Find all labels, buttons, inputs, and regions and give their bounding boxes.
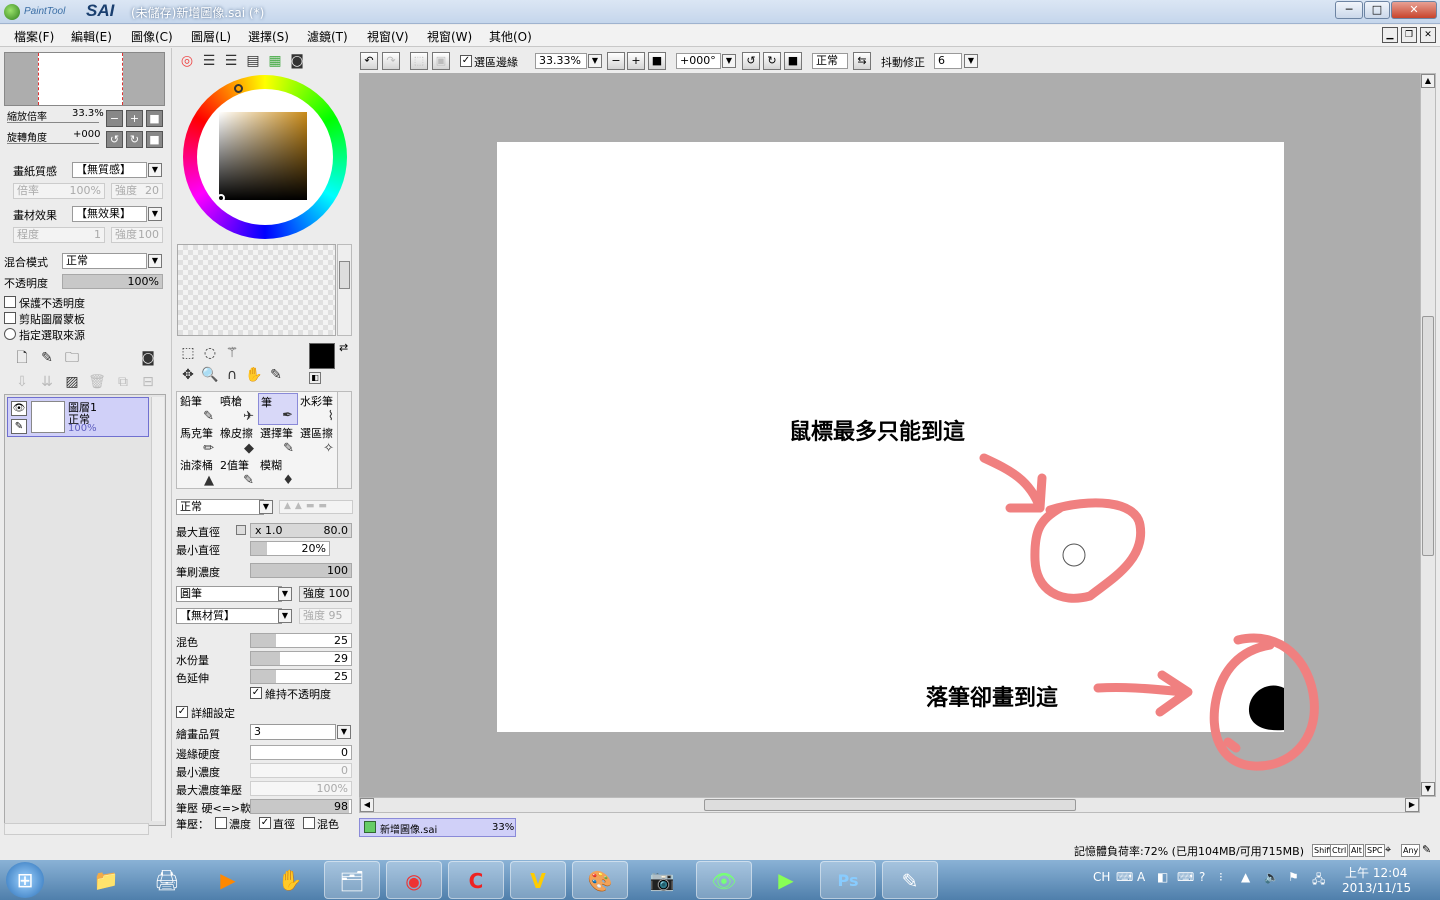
clock-date[interactable]: 2013/11/15: [1342, 881, 1411, 895]
start-button[interactable]: ⊞: [6, 862, 44, 898]
key-ctrl: Ctrl: [1330, 844, 1349, 857]
vscroll-thumb[interactable]: [1422, 316, 1434, 556]
scroll-down-arrow[interactable]: ▼: [1421, 782, 1435, 796]
hscroll-thumb[interactable]: [704, 799, 1076, 811]
stroke-arrow: [1093, 670, 1193, 717]
document-name: 新增圖像.sai: [380, 825, 438, 836]
cursor-arrow: [979, 453, 1047, 513]
crosshair-icon: ⌖: [1385, 843, 1392, 856]
play-icon[interactable]: ▶: [758, 861, 814, 899]
paint-blob: [1248, 685, 1284, 731]
media-player-icon[interactable]: ▶: [200, 861, 256, 899]
scroll-right-arrow[interactable]: ▶: [1405, 798, 1419, 812]
annotation-layer: [979, 453, 1319, 771]
folder-icon[interactable]: 📁: [78, 861, 134, 899]
document-tab[interactable]: 新增圖像.sai 33%: [359, 818, 516, 837]
ime-icon[interactable]: ⌨: [1116, 870, 1133, 884]
network-icon[interactable]: 🖧: [1312, 870, 1325, 891]
hand-icon[interactable]: ✋: [262, 861, 318, 899]
canvas-hscrollbar[interactable]: ◀ ▶: [359, 797, 1420, 813]
photoshop-icon[interactable]: Ps: [820, 861, 876, 899]
key-alt: Alt: [1349, 844, 1364, 857]
cursor-indicator: [1062, 543, 1086, 567]
chrome-icon[interactable]: ◉: [386, 861, 442, 899]
pen-icon: ✎: [1422, 843, 1432, 856]
stroke-note: 落筆卻畫到這: [926, 686, 1059, 711]
eye-icon[interactable]: 👁: [696, 861, 752, 899]
help-icon[interactable]: ?: [1199, 870, 1205, 884]
cursor-circle: [1030, 498, 1146, 603]
volume-icon[interactable]: 🔈: [1264, 870, 1279, 884]
scroll-up-arrow[interactable]: ▲: [1421, 74, 1435, 88]
document-zoom: 33%: [492, 822, 515, 833]
scroll-left-arrow[interactable]: ◀: [360, 798, 374, 812]
document-icon: [364, 821, 376, 833]
webcam-icon[interactable]: 📷: [634, 861, 690, 899]
tray-options-icon[interactable]: ⁝: [1219, 870, 1223, 884]
input-language[interactable]: CH: [1093, 870, 1110, 884]
canvas-vscrollbar[interactable]: ▲ ▼: [1420, 73, 1436, 797]
fullwidth-icon[interactable]: ◧: [1157, 870, 1168, 884]
key-space: SPC: [1365, 844, 1385, 857]
scanner-icon[interactable]: 🖨: [139, 861, 195, 899]
file-manager-icon[interactable]: 🗂: [324, 861, 380, 899]
flag-icon[interactable]: ⚑: [1288, 870, 1299, 884]
font-icon[interactable]: A: [1137, 870, 1145, 884]
sai-icon[interactable]: 🎨: [572, 861, 628, 899]
v-app-icon[interactable]: V: [510, 861, 566, 899]
memory-status: 記憶體負荷率:72% (已用104MB/可用715MB): [1074, 845, 1305, 858]
show-hidden-icons[interactable]: ▲: [1241, 870, 1250, 884]
cursor-note: 鼠標最多只能到這: [789, 420, 966, 445]
keyboard-icon[interactable]: ⌨: [1177, 870, 1194, 884]
c-app-icon[interactable]: C: [448, 861, 504, 899]
clock-time[interactable]: 上午 12:04: [1345, 864, 1407, 881]
pen-tablet-icon[interactable]: ✎: [882, 861, 938, 899]
key-any: Any: [1401, 844, 1421, 857]
